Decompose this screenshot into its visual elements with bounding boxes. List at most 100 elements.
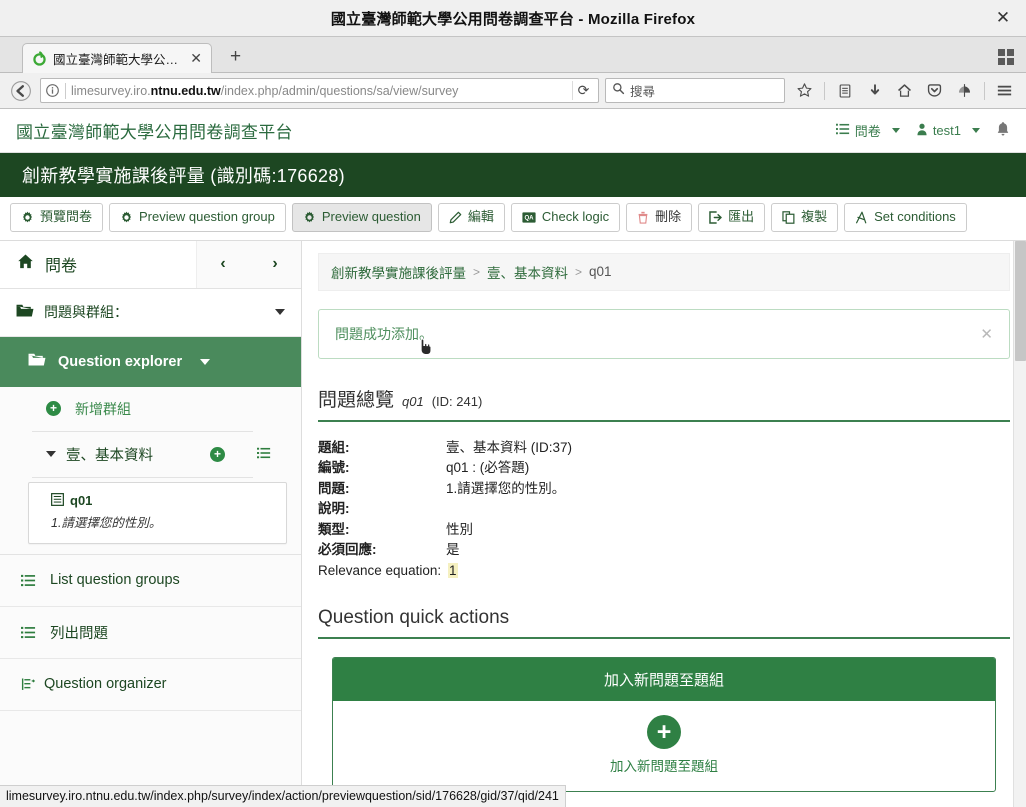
question-overview-id: (ID: 241)	[431, 393, 483, 409]
firefox-window: 國立臺灣師範大學公用問卷調查平台 - Mozilla Firefox ✕ 國立臺…	[0, 0, 1026, 807]
breadcrumb: 創新教學實施課後評量 > 壹、基本資料 > q01	[318, 252, 1010, 291]
browser-tab[interactable]: 國立臺灣師範大學公… ✕	[22, 43, 212, 73]
sidebar-item-list-questions-label: 列出問題	[50, 625, 108, 642]
sidebar-explorer-content: + 新增群組 壹、基本資料 + q01 1.請選擇您的性別。	[0, 386, 301, 555]
sidebar-item-question-organizer[interactable]: Question organizer	[0, 658, 301, 711]
detail-value-code: q01 : (必答題)	[446, 460, 530, 476]
copy-button[interactable]: 複製	[771, 203, 839, 232]
notification-bell-icon[interactable]	[996, 121, 1010, 141]
breadcrumb-group[interactable]: 壹、基本資料	[487, 262, 568, 282]
topnav-surveys[interactable]: 問卷	[835, 121, 900, 140]
preview-survey-label: 預覽問卷	[40, 209, 93, 224]
pocket-icon[interactable]	[921, 78, 948, 104]
plus-icon-large[interactable]: +	[647, 715, 681, 750]
sidebar-add-group[interactable]: + 新增群組	[0, 387, 301, 431]
url-text: limesurvey.iro.ntnu.edu.tw/index.php/adm…	[71, 83, 459, 98]
sidebar-explorer-label: Question explorer	[58, 353, 183, 370]
page-scrollbar-thumb[interactable]	[1015, 240, 1026, 361]
sidebar-item-list-questions[interactable]: 列出問題	[0, 606, 301, 659]
reload-button[interactable]: ⟳	[572, 81, 594, 100]
sidebar-group-row[interactable]: 壹、基本資料 +	[0, 432, 301, 477]
sidebar-item-question-organizer-label: Question organizer	[44, 676, 167, 693]
set-conditions-label: Set conditions	[874, 209, 956, 224]
breadcrumb-survey[interactable]: 創新教學實施課後評量	[331, 262, 466, 282]
gear-icon	[21, 211, 34, 224]
sidebar-add-group-label: 新增群組	[75, 400, 131, 417]
home-icon-sidebar	[16, 252, 35, 276]
downloads-icon[interactable]	[861, 78, 888, 104]
list-icon-group[interactable]	[257, 446, 271, 463]
detail-value-question: 1.請選擇您的性別。	[446, 480, 566, 496]
sync-icon[interactable]	[951, 78, 978, 104]
survey-title: 創新教學實施課後評量 (識別碼:176628)	[22, 166, 345, 186]
grid-view-icon[interactable]	[998, 49, 1014, 65]
add-question-panel: 加入新問題至題組 + 加入新問題至題組	[332, 657, 996, 793]
sidebar-questions-groups[interactable]: 問題與群組：	[0, 288, 301, 337]
sidebar-question-item[interactable]: q01 1.請選擇您的性別。	[28, 481, 287, 544]
pencil-icon	[449, 211, 462, 224]
delete-button[interactable]: 刪除	[626, 203, 693, 232]
add-question-panel-link[interactable]: 加入新問題至題組	[341, 755, 987, 775]
check-logic-label: Check logic	[541, 209, 610, 224]
edit-label: 編輯	[467, 209, 494, 224]
page-info-icon[interactable]	[45, 83, 60, 98]
detail-key-type: 類型:	[318, 521, 350, 537]
add-question-panel-title: 加入新問題至題組	[333, 658, 995, 702]
export-button[interactable]: 匯出	[698, 203, 766, 232]
hamburger-menu-icon[interactable]	[991, 78, 1018, 104]
search-bar[interactable]: 搜尋	[605, 78, 785, 103]
copy-icon	[782, 211, 795, 224]
survey-title-bar: 創新教學實施課後評量 (識別碼:176628)	[0, 153, 1026, 197]
app-topbar-right: 問卷 test1	[835, 121, 1010, 141]
detail-row-mandatory: 必須回應: 是	[318, 540, 1010, 561]
sidebar-questions-groups-label: 問題與群組：	[44, 304, 128, 321]
edit-button[interactable]: 編輯	[437, 203, 505, 232]
add-question-icon[interactable]: +	[210, 446, 225, 462]
chevron-down-icon-groups	[275, 309, 285, 316]
trash-icon	[637, 211, 649, 224]
detail-value-relevance: 1	[448, 562, 458, 578]
toolbar-divider	[824, 81, 825, 100]
folder-open-icon	[28, 352, 46, 371]
check-logic-button[interactable]: QA Check logic	[510, 203, 621, 232]
topnav-user[interactable]: test1	[916, 123, 980, 139]
list-icon-2	[20, 625, 36, 640]
window-title: 國立臺灣師範大學公用問卷調查平台 - Mozilla Firefox	[330, 10, 696, 28]
page-scrollbar[interactable]	[1013, 240, 1026, 807]
sidebar-home[interactable]: 問卷	[0, 252, 196, 276]
plus-circle-icon: +	[46, 401, 61, 417]
tab-title: 國立臺灣師範大學公…	[53, 53, 179, 67]
back-button[interactable]	[8, 78, 34, 104]
url-bar[interactable]: limesurvey.iro.ntnu.edu.tw/index.php/adm…	[40, 78, 599, 103]
preview-question-group-button[interactable]: Preview question group	[109, 203, 286, 232]
delete-label: 刪除	[655, 209, 682, 224]
sidebar-next-button[interactable]: ›	[249, 241, 301, 288]
logic-icon: QA	[522, 211, 536, 224]
sidebar-nav-buttons: ‹ ›	[196, 240, 301, 288]
sidebar-prev-button[interactable]: ‹	[197, 241, 249, 288]
detail-row-relevance: Relevance equation: 1	[318, 561, 1010, 582]
sidebar-item-list-question-groups[interactable]: List question groups	[0, 554, 301, 607]
app-topbar: 國立臺灣師範大學公用問卷調查平台 問卷 test1	[0, 109, 1026, 153]
new-tab-button[interactable]: +	[224, 46, 247, 68]
preview-question-button[interactable]: Preview question	[291, 203, 432, 232]
breadcrumb-question: q01	[589, 264, 612, 280]
sidebar-question-code: q01	[70, 493, 93, 509]
topnav-surveys-label: 問卷	[854, 124, 881, 139]
user-icon	[916, 123, 928, 139]
status-bar-url: limesurvey.iro.ntnu.edu.tw/index.php/sur…	[0, 785, 566, 807]
window-close-button[interactable]: ✕	[990, 5, 1016, 31]
copy-label: 複製	[801, 209, 828, 224]
close-icon[interactable]: ✕	[980, 325, 993, 343]
sidebar-question-explorer[interactable]: Question explorer	[0, 336, 301, 387]
add-question-panel-body[interactable]: + 加入新問題至題組	[333, 701, 995, 791]
reading-list-icon[interactable]	[831, 78, 858, 104]
detail-key-mandatory: 必須回應:	[318, 542, 377, 558]
preview-survey-button[interactable]: 預覽問卷	[10, 203, 104, 232]
home-icon[interactable]	[891, 78, 918, 104]
bookmark-star-icon[interactable]	[791, 78, 818, 104]
export-label: 匯出	[728, 209, 755, 224]
chevron-down-icon	[891, 128, 900, 133]
tab-close-icon[interactable]: ✕	[187, 50, 205, 67]
set-conditions-button[interactable]: Set conditions	[844, 203, 967, 232]
